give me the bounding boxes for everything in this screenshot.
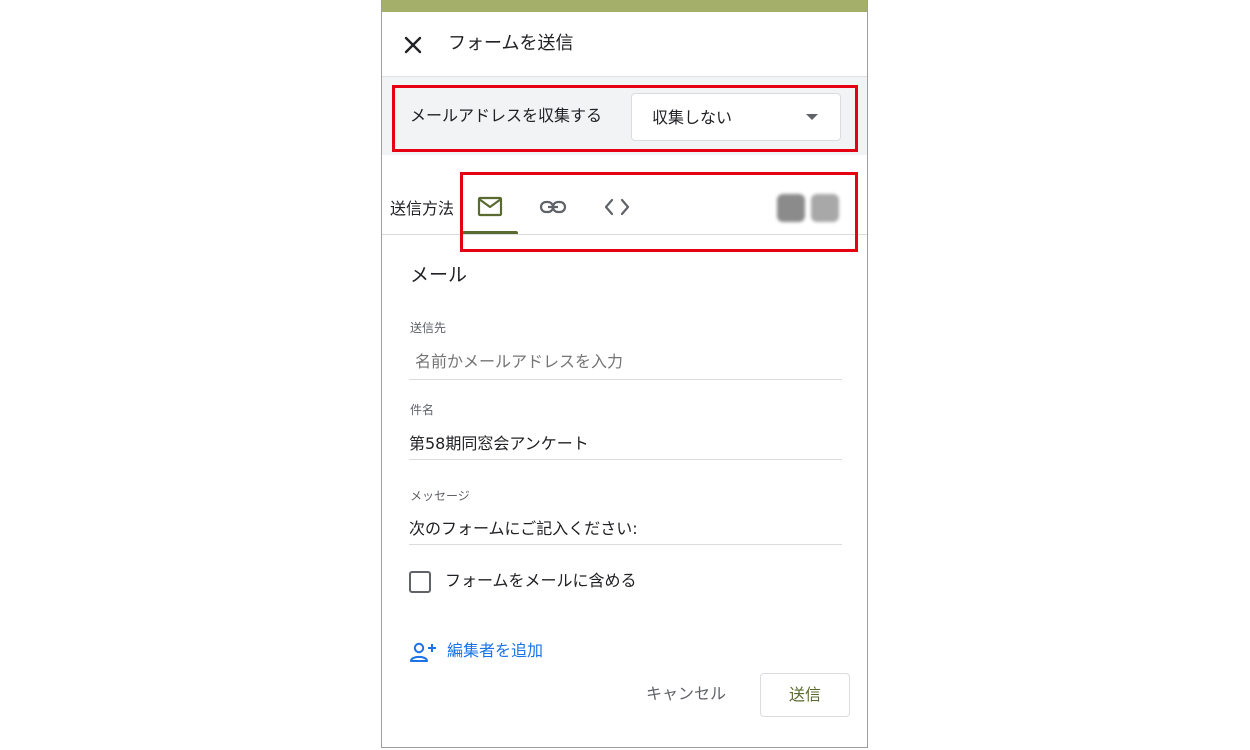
tab-embed-html[interactable] — [588, 180, 644, 232]
subject-field-label: 件名 — [410, 403, 435, 417]
tab-selected-indicator — [462, 231, 518, 234]
code-embed-icon — [604, 198, 630, 216]
send-form-dialog: フォームを送信 メールアドレスを収集する 収集しない 送信方法 メール 送信先 … — [381, 0, 868, 748]
tab-email[interactable] — [462, 180, 518, 234]
cancel-button[interactable]: キャンセル — [636, 674, 736, 714]
to-input[interactable] — [409, 344, 842, 380]
to-field-label: 送信先 — [410, 321, 447, 335]
dialog-title: フォームを送信 — [448, 33, 574, 54]
send-button[interactable]: 送信 — [760, 673, 850, 717]
include-form-checkbox[interactable] — [409, 571, 431, 593]
dialog-top-bar — [382, 0, 867, 12]
collect-email-dropdown[interactable]: 収集しない — [631, 93, 841, 141]
message-input[interactable] — [409, 509, 842, 545]
send-method-row: 送信方法 — [382, 172, 867, 235]
collect-email-section: メールアドレスを収集する 収集しない — [382, 77, 867, 155]
tab-link[interactable] — [524, 180, 580, 232]
subject-input[interactable] — [409, 424, 842, 460]
message-field-label: メッセージ — [410, 489, 470, 503]
add-editor-label: 編集者を追加 — [447, 641, 544, 660]
include-form-label[interactable]: フォームをメールに含める — [445, 570, 637, 592]
facebook-icon[interactable] — [777, 194, 805, 222]
dialog-header: フォームを送信 — [382, 12, 867, 77]
mail-icon — [477, 196, 503, 217]
email-section-heading: メール — [410, 264, 468, 286]
link-icon — [539, 200, 567, 214]
twitter-icon[interactable] — [811, 194, 839, 222]
collect-email-value: 収集しない — [652, 108, 733, 127]
dropdown-arrow-icon — [806, 114, 818, 120]
collect-email-label: メールアドレスを収集する — [410, 106, 603, 125]
close-icon[interactable] — [400, 32, 426, 58]
send-method-label: 送信方法 — [390, 199, 455, 218]
add-person-icon — [410, 642, 436, 662]
